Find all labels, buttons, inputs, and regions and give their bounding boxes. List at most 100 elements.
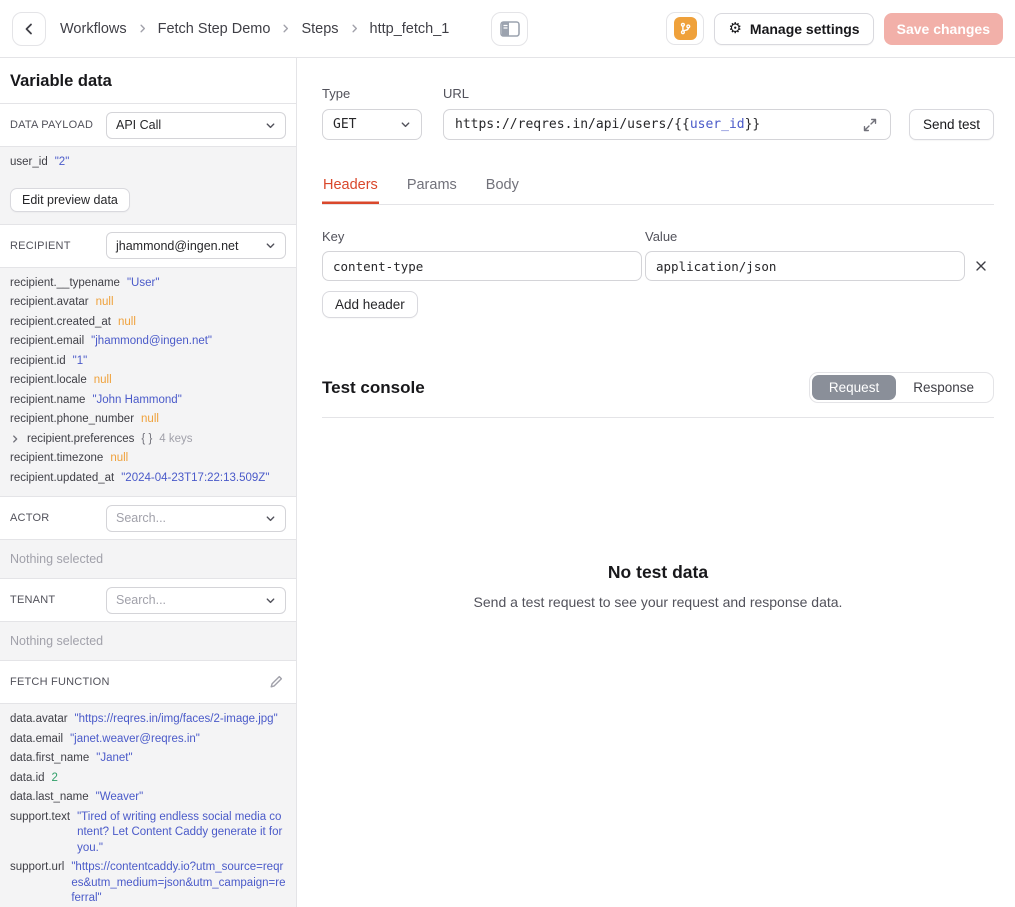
- add-header-button[interactable]: Add header: [322, 291, 418, 318]
- edit-preview-data-button[interactable]: Edit preview data: [10, 188, 130, 212]
- recipient-header: RECIPIENT jhammond@ingen.net: [0, 225, 296, 268]
- data-payload-actions: Edit preview data: [0, 181, 296, 225]
- variable-row: data.email "janet.weaver@reqres.in": [10, 732, 286, 748]
- sidebar-panel-icon: [500, 21, 520, 37]
- close-icon: [975, 260, 987, 272]
- variable-key: recipient.id: [10, 354, 66, 370]
- variable-value: null: [110, 451, 128, 467]
- save-changes-button[interactable]: Save changes: [884, 13, 1003, 45]
- chevron-right-icon: [349, 23, 360, 34]
- actor-empty-text: Nothing selected: [0, 540, 296, 579]
- url-brace-close: }}: [745, 117, 761, 132]
- recipient-body: recipient.__typename "User" recipient.av…: [0, 268, 296, 498]
- url-label: URL: [443, 86, 891, 101]
- expand-url-editor-button[interactable]: [861, 116, 879, 134]
- chevron-right-icon: [280, 23, 291, 34]
- manage-settings-button[interactable]: ⚙ Manage settings: [714, 13, 873, 45]
- method-select[interactable]: GET: [322, 109, 422, 140]
- chevron-down-icon: [265, 595, 276, 606]
- variable-row: recipient.__typename "User": [10, 276, 286, 292]
- variable-row: recipient.avatar null: [10, 295, 286, 311]
- variable-value: "John Hammond": [92, 393, 181, 409]
- tenant-empty-text: Nothing selected: [0, 622, 296, 661]
- tenant-search-select[interactable]: Search...: [106, 587, 286, 614]
- test-console-empty-state: No test data Send a test request to see …: [322, 562, 994, 610]
- breadcrumb-item-step[interactable]: http_fetch_1: [370, 21, 450, 37]
- variable-value: "User": [127, 276, 159, 292]
- data-payload-select[interactable]: API Call: [106, 112, 286, 139]
- manage-settings-label: Manage settings: [750, 21, 860, 37]
- empty-state-title: No test data: [322, 562, 994, 583]
- variable-key: recipient.preferences: [27, 432, 134, 448]
- send-test-button[interactable]: Send test: [909, 109, 994, 140]
- variable-key: recipient.avatar: [10, 295, 89, 311]
- commit-status-button[interactable]: [666, 12, 704, 45]
- variable-row: recipient.timezone null: [10, 451, 286, 467]
- url-input[interactable]: https://reqres.in/api/users/{{user_id}}: [443, 109, 891, 140]
- variable-row: recipient.updated_at "2024-04-23T17:22:1…: [10, 471, 286, 487]
- variable-row: recipient.email "jhammond@ingen.net": [10, 334, 286, 350]
- gear-icon: ⚙: [728, 21, 741, 36]
- variable-key: data.id: [10, 771, 45, 787]
- tenant-search-placeholder: Search...: [116, 593, 166, 607]
- variable-row: data.id 2: [10, 771, 286, 787]
- variable-key: recipient.phone_number: [10, 412, 134, 428]
- actor-search-select[interactable]: Search...: [106, 505, 286, 532]
- method-selected-value: GET: [333, 117, 356, 132]
- test-console-title: Test console: [322, 378, 425, 398]
- fetch-function-label: FETCH FUNCTION: [10, 676, 110, 688]
- variable-value: "2": [55, 155, 70, 171]
- data-payload-label: DATA PAYLOAD: [10, 119, 93, 131]
- chevron-down-icon: [400, 119, 411, 130]
- variable-meta: 4 keys: [159, 432, 192, 448]
- variable-row: recipient.id "1": [10, 354, 286, 370]
- chevron-right-icon: [137, 23, 148, 34]
- variable-key: recipient.__typename: [10, 276, 120, 292]
- breadcrumb: Workflows Fetch Step Demo Steps http_fet…: [60, 21, 449, 37]
- breadcrumb-item-workflows[interactable]: Workflows: [60, 21, 127, 37]
- remove-header-button[interactable]: [968, 251, 994, 281]
- chevron-down-icon: [265, 120, 276, 131]
- fetch-function-body: data.avatar "https://reqres.in/img/faces…: [0, 704, 296, 907]
- back-button[interactable]: [12, 12, 46, 46]
- url-text: https://reqres.in/api/users/: [455, 117, 674, 132]
- toggle-request-button[interactable]: Request: [812, 375, 896, 400]
- breadcrumb-item-steps[interactable]: Steps: [301, 21, 338, 37]
- actor-header: ACTOR Search...: [0, 497, 296, 540]
- variable-key: user_id: [10, 155, 48, 171]
- recipient-select[interactable]: jhammond@ingen.net: [106, 232, 286, 259]
- tab-headers[interactable]: Headers: [322, 177, 379, 204]
- breadcrumb-item-workflow[interactable]: Fetch Step Demo: [158, 21, 271, 37]
- value-column-label: Value: [645, 229, 965, 244]
- edit-fetch-function-button[interactable]: [266, 672, 286, 692]
- header-key-input[interactable]: [322, 251, 642, 281]
- variable-key: support.text: [10, 810, 70, 826]
- variable-key: data.first_name: [10, 751, 89, 767]
- variable-value: "https://contentcaddy.io?utm_source=reqr…: [71, 860, 286, 907]
- tab-params[interactable]: Params: [406, 177, 458, 204]
- variable-row: recipient.phone_number null: [10, 412, 286, 428]
- variable-key: data.last_name: [10, 790, 89, 806]
- sidebar-toggle-button[interactable]: [491, 12, 528, 46]
- expand-chevron-icon[interactable]: [10, 434, 20, 444]
- variable-key: recipient.updated_at: [10, 471, 114, 487]
- fetch-function-section: FETCH FUNCTION data.avatar "https://reqr…: [0, 661, 296, 907]
- tab-body[interactable]: Body: [485, 177, 520, 204]
- header-value-input[interactable]: [645, 251, 965, 281]
- variable-key: recipient.created_at: [10, 315, 111, 331]
- variable-key: data.avatar: [10, 712, 68, 728]
- top-bar: Workflows Fetch Step Demo Steps http_fet…: [0, 0, 1015, 58]
- chevron-down-icon: [265, 240, 276, 251]
- test-console-header: Test console Request Response: [322, 372, 994, 403]
- variable-value: null: [96, 295, 114, 311]
- variable-value: null: [94, 373, 112, 389]
- variable-row: recipient.name "John Hammond": [10, 393, 286, 409]
- recipient-selected-value: jhammond@ingen.net: [116, 239, 239, 253]
- variable-key: recipient.timezone: [10, 451, 103, 467]
- toggle-response-button[interactable]: Response: [896, 375, 991, 400]
- actor-search-placeholder: Search...: [116, 511, 166, 525]
- empty-state-subtitle: Send a test request to see your request …: [322, 594, 994, 610]
- variable-key: recipient.name: [10, 393, 85, 409]
- variable-value: 2: [52, 771, 58, 787]
- variable-value: null: [141, 412, 159, 428]
